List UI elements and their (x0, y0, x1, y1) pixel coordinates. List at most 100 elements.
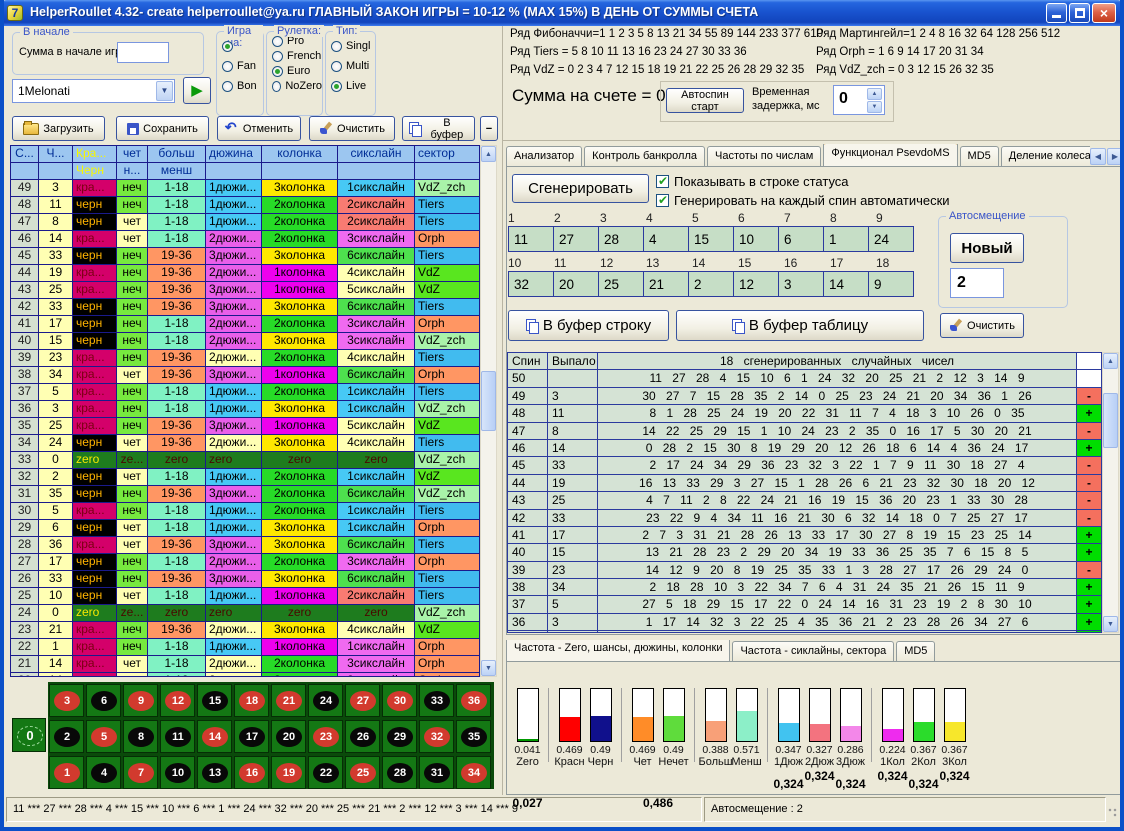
generated-number[interactable]: 3 (778, 271, 824, 297)
board-cell-13[interactable]: 13 (197, 756, 232, 789)
board-cell-15[interactable]: 15 (197, 684, 232, 717)
tab-0[interactable]: Анализатор (506, 146, 582, 167)
start-sum-input[interactable] (117, 42, 169, 63)
delay-spinner[interactable]: 0 ▲ ▼ (833, 85, 885, 115)
table-row[interactable]: 221кра...неч1-181дюжи...1колонка1сикслай… (11, 639, 479, 656)
spins-row[interactable]: 37527 5 18 29 15 17 22 0 24 14 16 31 23 … (508, 596, 1101, 613)
minimize-icon[interactable] (1046, 3, 1067, 23)
board-cell-22[interactable]: 22 (308, 756, 343, 789)
board-cell-31[interactable]: 31 (419, 756, 454, 789)
offset-input[interactable]: 2 (950, 268, 1004, 298)
freq-tab-0[interactable]: Частота - Zero, шансы, дюжины, колонки (506, 640, 730, 662)
table-row[interactable]: 2321кра...неч19-362дюжи...3колонка4сиксл… (11, 622, 479, 639)
close-icon[interactable]: × (1092, 3, 1116, 23)
play-button[interactable]: ▶ (183, 77, 211, 104)
spins-row[interactable]: 45332 17 24 34 29 36 23 32 3 22 1 7 9 11… (508, 457, 1101, 474)
board-cell-35[interactable]: 35 (456, 720, 491, 753)
table-row[interactable]: 3135черннеч19-363дюжи...2колонка6сикслай… (11, 486, 479, 503)
radio-singl[interactable]: Singl (331, 40, 375, 52)
toolbar-undo-arrow-button[interactable]: Отменить (217, 116, 301, 141)
generated-number[interactable]: 24 (868, 226, 914, 252)
table-row[interactable]: 4533черннеч19-363дюжи...3колонка6сикслай… (11, 248, 479, 265)
toolbar-collapse-button[interactable]: − (480, 116, 498, 141)
spins-row[interactable]: 41172 7 3 31 21 28 26 13 33 17 30 27 8 1… (508, 527, 1101, 544)
table-row[interactable]: 4614кра...чет1-182дюжи...2колонка3сиксла… (11, 231, 479, 248)
table-row[interactable]: 2014кра...чет1-182дюжи...2колонка3сиксла… (11, 673, 479, 677)
table-row[interactable]: 240zeroze...zerozerozerozeroVdZ_zch (11, 605, 479, 622)
radio-multi[interactable]: Multi (331, 60, 375, 72)
board-cell-27[interactable]: 27 (345, 684, 380, 717)
generate-button[interactable]: Сгенерировать (512, 174, 649, 203)
spins-row[interactable]: 3631 17 14 32 3 22 25 4 35 36 21 2 23 28… (508, 614, 1101, 631)
table-row[interactable]: 2510чернчет1-181дюжи...1колонка2сикслайн… (11, 588, 479, 605)
spins-row[interactable]: 441916 13 33 29 3 27 15 1 28 26 6 21 23 … (508, 475, 1101, 492)
table-row[interactable]: 4325кра...неч19-363дюжи...1колонка5сиксл… (11, 282, 479, 299)
board-cell-24[interactable]: 24 (308, 684, 343, 717)
spins-row[interactable]: 392314 12 9 20 8 19 25 35 33 1 3 28 27 1… (508, 562, 1101, 579)
board-cell-1[interactable]: 1 (49, 756, 84, 789)
board-cell-2[interactable]: 2 (49, 720, 84, 753)
spins-row[interactable]: 38342 18 28 10 3 22 34 7 6 4 31 24 35 21… (508, 579, 1101, 596)
generated-number[interactable]: 15 (688, 226, 734, 252)
history-table[interactable]: С...Ч...Кра...четбольшдюжинаколонкасиксл… (10, 145, 480, 677)
generated-number[interactable]: 14 (823, 271, 869, 297)
chevron-down-icon[interactable]: ▼ (156, 81, 173, 101)
table-row[interactable]: 330zeroze...zerozerozerozeroVdZ_zch (11, 452, 479, 469)
table-row[interactable]: 4015черннеч1-182дюжи...3колонка3сикслайн… (11, 333, 479, 350)
spins-row[interactable]: 46140 28 2 15 30 8 19 29 20 12 26 18 6 1… (508, 440, 1101, 457)
freq-tab-2[interactable]: MD5 (896, 641, 935, 662)
spins-row[interactable]: 48118 1 28 25 24 19 20 22 31 11 7 4 18 3… (508, 405, 1101, 422)
toolbar-open-folder-button[interactable]: Загрузить (12, 116, 105, 141)
radio-live[interactable]: Live (331, 80, 375, 92)
generated-number[interactable]: 21 (643, 271, 689, 297)
table-row[interactable]: 4233черннеч19-363дюжи...3колонка6сикслай… (11, 299, 479, 316)
generate-each-spin-checkbox[interactable]: Генерировать на каждый спин автоматическ… (656, 193, 950, 208)
spins-row[interactable]: 43254 7 11 2 8 22 24 21 16 19 15 36 20 2… (508, 492, 1101, 509)
generated-number[interactable]: 32 (508, 271, 554, 297)
table-row[interactable]: 2114кра...чет1-182дюжи...2колонка3сиксла… (11, 656, 479, 673)
board-cell-21[interactable]: 21 (271, 684, 306, 717)
generated-number[interactable]: 2 (688, 271, 734, 297)
table-row[interactable]: 493кра...неч1-181дюжи...3колонка1сикслай… (11, 180, 479, 197)
tab-1[interactable]: Контроль банкролла (584, 146, 705, 167)
table-row[interactable]: 4419кра...неч19-362дюжи...1колонка4сиксл… (11, 265, 479, 282)
table-row[interactable]: 2836кра...чет19-363дюжи...3колонка6сиксл… (11, 537, 479, 554)
table-row[interactable]: 4117черннеч1-182дюжи...2колонка3сикслайн… (11, 316, 479, 333)
board-cell-zero[interactable]: 0 (12, 718, 46, 752)
profile-combobox[interactable]: 1Melonati ▼ (12, 79, 175, 103)
new-offset-button[interactable]: Новый (950, 233, 1024, 263)
toolbar-save-floppy-button[interactable]: Сохранить (116, 116, 209, 141)
show-in-status-checkbox[interactable]: Показывать в строке статуса (656, 174, 849, 189)
table-row[interactable]: 2717черннеч1-182дюжи...2колонка3сикслайн… (11, 554, 479, 571)
board-cell-25[interactable]: 25 (345, 756, 380, 789)
board-cell-5[interactable]: 5 (86, 720, 121, 753)
spinner-up-icon[interactable]: ▲ (867, 88, 882, 100)
generated-number[interactable]: 9 (868, 271, 914, 297)
spins-row[interactable]: 5011 27 28 4 15 10 6 1 24 32 20 25 21 2 … (508, 370, 1101, 387)
spins-row[interactable]: 401513 21 28 23 2 29 20 34 19 33 36 25 3… (508, 544, 1101, 561)
spins-row[interactable]: 35+ (508, 631, 1101, 633)
table-row[interactable]: 478чернчет1-181дюжи...2колонка2сикслайнT… (11, 214, 479, 231)
radio-euro[interactable]: Euro (272, 65, 322, 77)
maximize-icon[interactable] (1069, 3, 1090, 23)
board-cell-8[interactable]: 8 (123, 720, 158, 753)
generated-number[interactable]: 4 (643, 226, 689, 252)
scroll-up-icon[interactable]: ▲ (481, 146, 496, 162)
radio-nozero[interactable]: NoZero (272, 80, 322, 92)
board-cell-28[interactable]: 28 (382, 756, 417, 789)
generated-number[interactable]: 1 (823, 226, 869, 252)
radio-french[interactable]: French (272, 50, 322, 62)
roulette-board[interactable]: 3691215182124273033362581114172023262932… (48, 682, 494, 789)
generated-number[interactable]: 28 (598, 226, 644, 252)
board-cell-7[interactable]: 7 (123, 756, 158, 789)
board-cell-6[interactable]: 6 (86, 684, 121, 717)
resize-grip[interactable] (1107, 807, 1119, 819)
generated-number[interactable]: 27 (553, 226, 599, 252)
autospin-start-button[interactable]: Автоспин старт (666, 88, 744, 113)
board-cell-32[interactable]: 32 (419, 720, 454, 753)
board-cell-10[interactable]: 10 (160, 756, 195, 789)
table-row[interactable]: 3525кра...неч19-363дюжи...1колонка5сиксл… (11, 418, 479, 435)
spinner-down-icon[interactable]: ▼ (867, 101, 882, 113)
table-row[interactable]: 3834кра...чет19-363дюжи...1колонка6сиксл… (11, 367, 479, 384)
generated-number[interactable]: 11 (508, 226, 554, 252)
